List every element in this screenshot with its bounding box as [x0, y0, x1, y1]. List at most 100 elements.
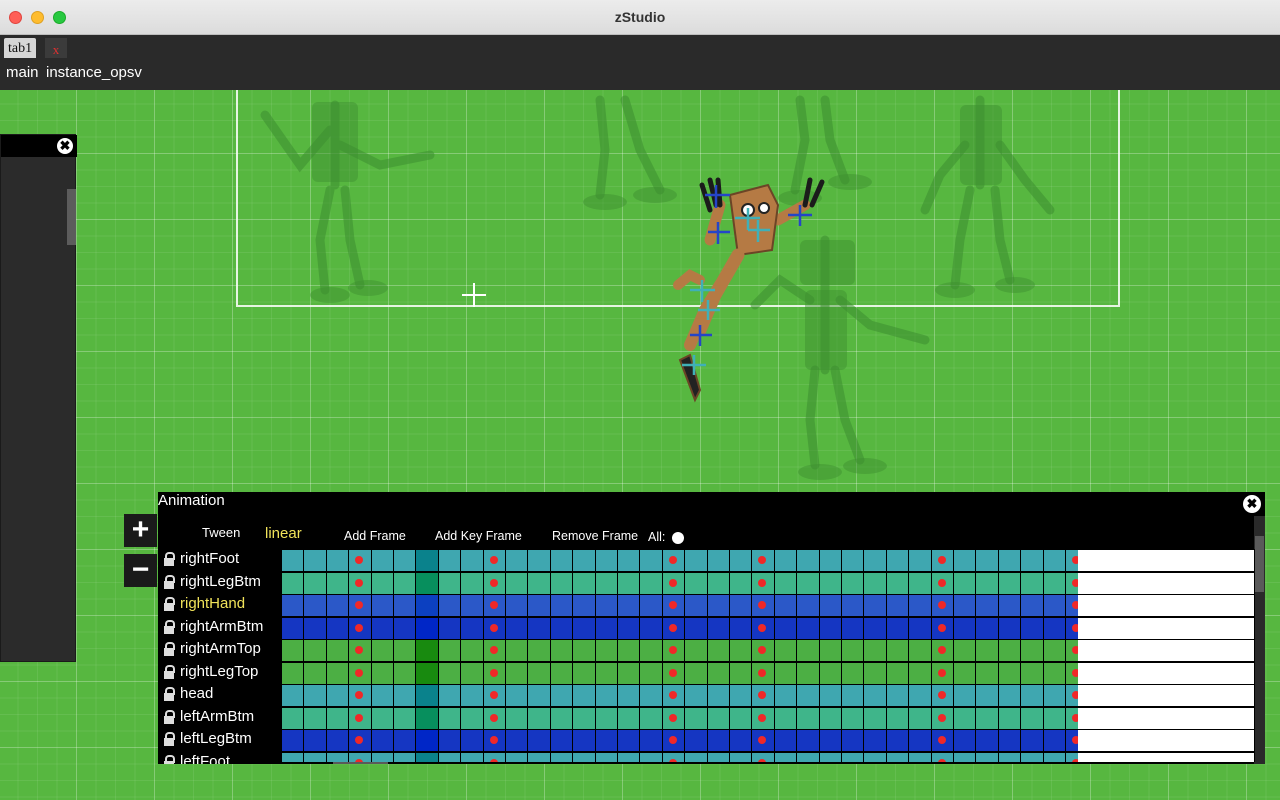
frame-cell[interactable] — [708, 752, 729, 762]
key-frame-dot[interactable] — [669, 601, 677, 609]
key-frame-dot[interactable] — [938, 758, 946, 762]
frame-cell[interactable] — [864, 662, 886, 684]
frame-cell[interactable] — [573, 685, 595, 706]
frame-cell[interactable] — [685, 685, 707, 706]
key-frame-dot[interactable] — [355, 758, 363, 762]
frame-cell[interactable] — [820, 730, 841, 751]
frame-cell[interactable] — [797, 550, 819, 571]
frame-cell[interactable] — [820, 572, 841, 594]
key-frame-dot[interactable] — [490, 556, 498, 564]
frame-cell[interactable] — [909, 707, 931, 729]
frame-cell[interactable] — [640, 595, 662, 616]
frame-cell[interactable] — [752, 685, 774, 706]
frame-cell[interactable] — [327, 730, 348, 751]
frame-cell[interactable] — [327, 595, 348, 616]
frame-cell[interactable] — [1021, 550, 1043, 571]
frame-cell[interactable] — [797, 752, 819, 762]
frame-cell[interactable] — [640, 572, 662, 594]
frame-cell[interactable] — [864, 640, 886, 661]
frame-cell[interactable] — [596, 662, 617, 684]
lock-icon[interactable] — [164, 597, 175, 611]
all-toggle[interactable] — [672, 532, 684, 544]
bone-row[interactable]: rightLegBtm — [158, 572, 280, 595]
key-frame-dot[interactable] — [758, 691, 766, 699]
key-frame-dot[interactable] — [938, 646, 946, 654]
frame-cell[interactable] — [954, 595, 975, 616]
frame-cell[interactable] — [864, 617, 886, 639]
frame-cell[interactable] — [864, 752, 886, 762]
frame-cell[interactable] — [708, 550, 729, 571]
frame-cell[interactable] — [752, 640, 774, 661]
frame-cell[interactable] — [864, 595, 886, 616]
frame-cell[interactable] — [1021, 572, 1043, 594]
frame-cell[interactable] — [954, 617, 975, 639]
frame-cell[interactable] — [484, 752, 505, 762]
frame-cell[interactable] — [976, 707, 998, 729]
frame-cell[interactable] — [394, 617, 415, 639]
frame-cell[interactable] — [999, 685, 1020, 706]
frame-cell[interactable] — [708, 617, 729, 639]
key-frame-dot[interactable] — [355, 623, 363, 632]
key-frame-dot[interactable] — [355, 646, 363, 654]
breadcrumb-main[interactable]: main — [6, 64, 39, 81]
frame-cell[interactable] — [887, 752, 908, 762]
frame-cell[interactable] — [1021, 617, 1043, 639]
bone-row[interactable]: rightHand — [158, 594, 280, 617]
frame-cell[interactable] — [976, 550, 998, 571]
frame-cell[interactable] — [327, 550, 348, 571]
frame-cell[interactable] — [640, 662, 662, 684]
frame-cell[interactable] — [820, 640, 841, 661]
frame-cell[interactable] — [842, 595, 863, 616]
frame-cell[interactable] — [484, 707, 505, 729]
bone-row[interactable]: rightLegTop — [158, 662, 280, 685]
frame-cell[interactable] — [708, 595, 729, 616]
frame-cell[interactable] — [439, 707, 460, 729]
frame-cell[interactable] — [708, 572, 729, 594]
frame-cell[interactable] — [439, 685, 460, 706]
key-frame-dot[interactable] — [669, 578, 677, 587]
frame-cell[interactable] — [304, 550, 326, 571]
frame-cell[interactable] — [797, 730, 819, 751]
frame-cell[interactable] — [909, 685, 931, 706]
frame-cell[interactable] — [708, 730, 729, 751]
bone-row[interactable]: head — [158, 684, 280, 707]
add-frame-button[interactable]: Add Frame — [344, 529, 406, 543]
frame-cell[interactable] — [327, 707, 348, 729]
frame-cell[interactable] — [730, 595, 751, 616]
frame-cell[interactable] — [640, 730, 662, 751]
frame-cell[interactable] — [372, 707, 393, 729]
frame-cell[interactable] — [820, 595, 841, 616]
frame-cell[interactable] — [797, 595, 819, 616]
key-frame-dot[interactable] — [355, 691, 363, 699]
frame-cell[interactable] — [528, 640, 550, 661]
frame-cell[interactable] — [820, 662, 841, 684]
frame-cell[interactable] — [596, 685, 617, 706]
frame-cell[interactable] — [752, 662, 774, 684]
frame-cell[interactable] — [618, 572, 639, 594]
frame-cell[interactable] — [573, 617, 595, 639]
frame-cell[interactable] — [618, 752, 639, 762]
frame-cell[interactable] — [663, 640, 684, 661]
frame-cell[interactable] — [327, 662, 348, 684]
frame-cell[interactable] — [685, 595, 707, 616]
frame-cell[interactable] — [439, 662, 460, 684]
frame-cell[interactable] — [797, 640, 819, 661]
frame-cell[interactable] — [394, 572, 415, 594]
key-frame-dot[interactable] — [355, 713, 363, 722]
frame-cell[interactable] — [775, 662, 796, 684]
frame-cell[interactable] — [394, 752, 415, 762]
frame-cell[interactable] — [484, 662, 505, 684]
tween-mode-select[interactable]: linear — [265, 525, 302, 542]
character-puppet[interactable] — [660, 160, 840, 410]
frame-cell[interactable] — [775, 685, 796, 706]
frame-cell[interactable] — [439, 572, 460, 594]
frame-cell[interactable] — [730, 640, 751, 661]
frame-cell[interactable] — [708, 640, 729, 661]
frame-cell[interactable] — [1044, 707, 1065, 729]
frame-cell[interactable] — [752, 595, 774, 616]
frame-cell[interactable] — [752, 752, 774, 762]
frame-cell[interactable] — [640, 752, 662, 762]
frame-cell[interactable] — [573, 730, 595, 751]
frame-cell[interactable] — [484, 730, 505, 751]
lock-icon[interactable] — [164, 619, 175, 634]
